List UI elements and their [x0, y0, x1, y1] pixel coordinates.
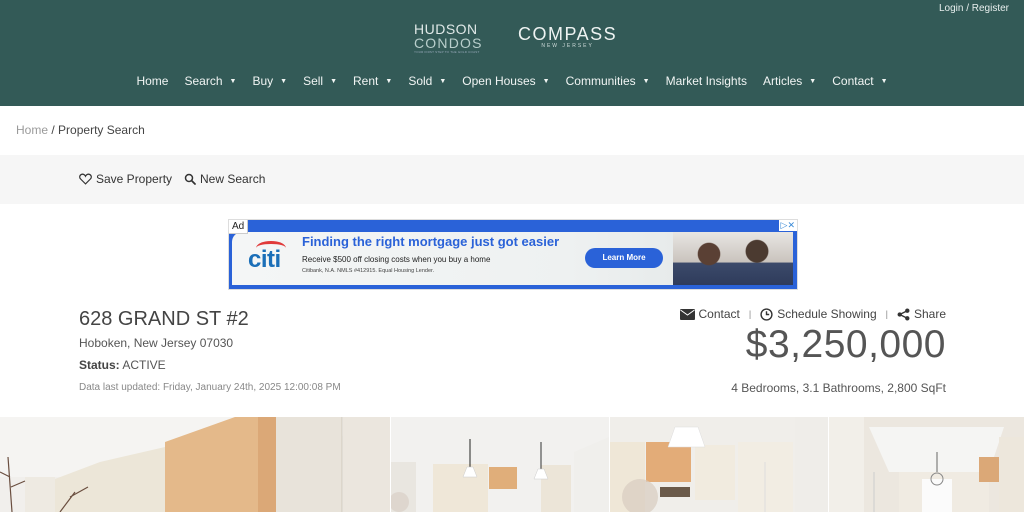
nav-search[interactable]: Search ▼ [176, 74, 244, 88]
nav-buy[interactable]: Buy ▼ [244, 74, 295, 88]
nav-label: Open Houses [462, 74, 536, 88]
updated-label: Data last updated: [79, 382, 161, 393]
clock-icon [760, 307, 773, 321]
hudson-condos-logo[interactable]: HUDSON CONDOS YOUR FIRST STEP TO THE GOL… [414, 22, 483, 54]
caret-down-icon: ▼ [439, 77, 447, 85]
property-status: Status: ACTIVE [79, 358, 166, 372]
breadcrumb-home-link[interactable]: Home [16, 123, 48, 137]
share-icon [897, 308, 910, 321]
nav-label: Sold [408, 74, 433, 88]
ad-headline: Finding the right mortgage just got easi… [302, 234, 560, 249]
nav-label: Home [136, 74, 169, 88]
gallery-photo-4[interactable] [829, 417, 1024, 512]
ad-content: citi Finding the right mortgage just got… [232, 232, 793, 285]
caret-down-icon: ▼ [642, 77, 650, 85]
caret-down-icon: ▼ [385, 77, 393, 85]
ad-subline: Receive $500 off closing costs when you … [302, 255, 491, 264]
ad-learn-more-button[interactable]: Learn More [585, 248, 663, 268]
nav-rent[interactable]: Rent ▼ [345, 74, 400, 88]
nav-label: Contact [832, 74, 874, 88]
caret-down-icon: ▼ [542, 77, 550, 85]
login-register-link[interactable]: Login / Register [939, 3, 1009, 14]
citi-logo: citi [248, 246, 281, 273]
nav-home[interactable]: Home [128, 74, 176, 88]
site-header: Login / Register HUDSON CONDOS YOUR FIRS… [0, 0, 1024, 106]
action-divider: | [748, 309, 752, 319]
search-icon [184, 173, 196, 185]
heart-icon [79, 173, 92, 185]
caret-down-icon: ▼ [880, 77, 888, 85]
nav-contact[interactable]: Contact ▼ [824, 74, 895, 88]
schedule-showing-button[interactable]: Schedule Showing [760, 307, 877, 321]
nav-label: Market Insights [665, 74, 747, 88]
nav-open-houses[interactable]: Open Houses ▼ [454, 74, 557, 88]
envelope-icon [679, 308, 695, 320]
schedule-showing-label: Schedule Showing [777, 307, 877, 321]
contact-button[interactable]: Contact [679, 307, 740, 321]
property-city: Hoboken, New Jersey 07030 [79, 336, 234, 350]
compass-name: COMPASS [518, 24, 618, 44]
photo-gallery [0, 417, 1024, 512]
nav-sold[interactable]: Sold ▼ [400, 74, 454, 88]
breadcrumb: Home / Property Search [16, 123, 145, 137]
share-label: Share [913, 307, 946, 321]
compass-logo[interactable]: COMPASS NEW JERSEY [518, 25, 617, 49]
property-address: 628 GRAND ST #2 [79, 308, 249, 330]
breadcrumb-separator: / [51, 123, 55, 137]
breadcrumb-current: Property Search [58, 123, 145, 137]
contact-label: Contact [698, 307, 740, 321]
nav-label: Communities [565, 74, 636, 88]
caret-down-icon: ▼ [229, 77, 237, 85]
ad-fineprint: Citibank, N.A. NMLS #412915. Equal Housi… [302, 268, 435, 274]
nav-label: Search [184, 74, 223, 88]
ad-photo-couple [673, 232, 793, 285]
caret-down-icon: ▼ [809, 77, 817, 85]
property-specs: 4 Bedrooms, 3.1 Bathrooms, 2,800 SqFt [731, 381, 946, 395]
save-property-label: Save Property [96, 172, 173, 186]
ad-badge: Ad [229, 220, 249, 234]
ad-choices-close-icon[interactable]: ▷✕ [778, 220, 797, 231]
status-label: Status: [79, 358, 120, 372]
property-price: $3,250,000 [745, 323, 946, 366]
share-button[interactable]: Share [897, 307, 946, 321]
updated-value: Friday, January 24th, 2025 12:00:08 PM [162, 382, 341, 393]
logo-text-line1: HUDSON [414, 21, 478, 37]
new-search-button[interactable]: New Search [184, 172, 265, 186]
caret-down-icon: ▼ [280, 77, 288, 85]
nav-label: Sell [303, 74, 324, 88]
logo-text-line2: CONDOS [414, 35, 483, 51]
nav-articles[interactable]: Articles ▼ [755, 74, 824, 88]
gallery-photo-1[interactable] [0, 417, 390, 512]
main-nav: Home Search ▼ Buy ▼ Sell ▼ Rent ▼ Sold ▼ Open… [0, 74, 1024, 88]
status-value: ACTIVE [122, 358, 166, 372]
action-divider: | [885, 309, 888, 319]
nav-sell[interactable]: Sell ▼ [295, 74, 345, 88]
property-actions: Contact | Schedule Showing | Share [679, 307, 946, 321]
gallery-photo-2[interactable] [391, 417, 609, 512]
logo-tagline: YOUR FIRST STEP TO THE GOLD COAST [414, 50, 480, 54]
new-search-label: New Search [200, 172, 266, 186]
gallery-photo-3[interactable] [610, 417, 828, 512]
nav-communities[interactable]: Communities ▼ [558, 74, 658, 88]
nav-label: Buy [252, 74, 274, 88]
data-last-updated: Data last updated: Friday, January 24th,… [79, 382, 341, 393]
save-property-button[interactable]: Save Property [79, 172, 172, 186]
nav-market-insights[interactable]: Market Insights [658, 74, 755, 88]
advertisement-banner[interactable]: Ad ▷✕ citi Finding the right mortgage ju… [228, 219, 798, 290]
caret-down-icon: ▼ [330, 77, 338, 85]
property-toolbar: Save Property New Search [0, 155, 1024, 204]
nav-label: Articles [762, 74, 803, 88]
nav-label: Rent [353, 74, 379, 88]
